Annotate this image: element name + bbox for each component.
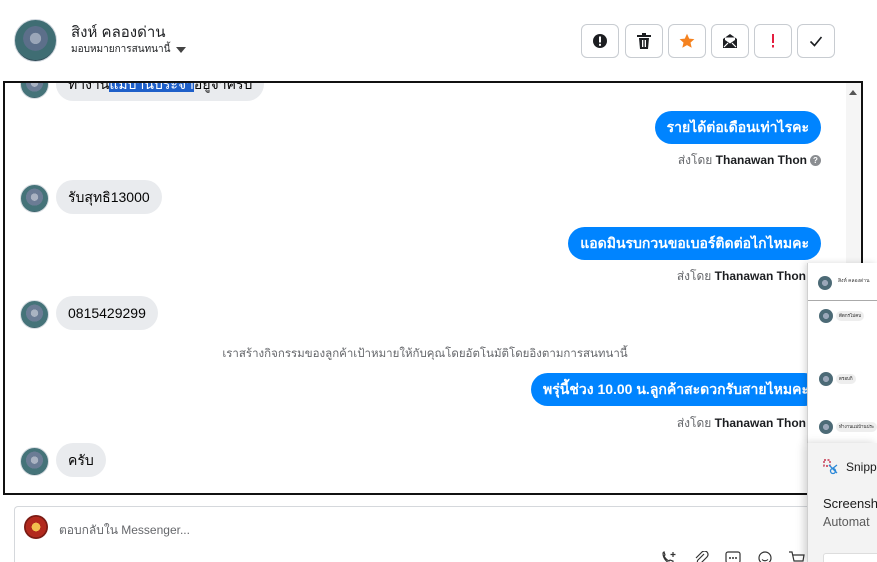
contact-avatar[interactable] — [14, 19, 57, 62]
system-note: เราสร้างกิจกรรมของลูกค้าเป้าหมายให้กับคุ… — [222, 348, 628, 360]
exclamation-icon — [772, 34, 774, 48]
assign-conversation-dropdown[interactable]: มอบหมายการสนทนานี้ — [71, 42, 187, 57]
sender-name: Thanawan Thon — [714, 269, 806, 283]
customer-avatar — [20, 300, 49, 329]
thumb-bubble: ทำงานแม่บ้านประ — [836, 422, 877, 432]
snipping-tool-notification[interactable]: Snipp Screensh Automat — [807, 443, 877, 562]
trash-icon — [637, 33, 651, 49]
mark-unread-button[interactable] — [711, 24, 749, 58]
thumb-bubble: ตรอบกิ — [836, 374, 856, 384]
add-contact-icon[interactable] — [660, 550, 678, 562]
conversation-header: สิงห์ คลองด่าน มอบหมายการสนทนานี้ — [0, 0, 862, 80]
sent-by-prefix: ส่งโดย — [676, 416, 712, 430]
thumb-avatar — [818, 276, 832, 290]
message-text: ทำงาน — [68, 81, 110, 92]
cart-icon[interactable] — [788, 551, 806, 562]
follow-up-button[interactable] — [754, 24, 792, 58]
customer-avatar — [20, 447, 49, 476]
sender-name: Thanawan Thon — [715, 153, 807, 167]
notification-body: Automat — [823, 515, 870, 529]
notification-action[interactable] — [823, 553, 877, 562]
sent-by-label: ส่งโดย Thanawan Thon — [677, 267, 806, 286]
snipping-tool-thumbnail[interactable]: สิงห์ คลองด่าน ดีตกรไม่คบ ตรอบกิ ทำงานแม… — [807, 263, 877, 443]
thumb-bubble: ดีตกรไม่คบ — [836, 311, 865, 321]
star-button[interactable] — [668, 24, 706, 58]
customer-avatar — [20, 184, 49, 213]
snipping-tool-title: Snipp — [846, 460, 877, 474]
thumb-avatar — [819, 420, 833, 434]
incoming-message[interactable]: 0815429299 — [56, 296, 158, 330]
mark-done-button[interactable] — [797, 24, 835, 58]
reply-input[interactable]: ตอบกลับใน Messenger... — [59, 521, 190, 540]
spam-button[interactable] — [581, 24, 619, 58]
incoming-message[interactable]: รับสุทธิ13000 — [56, 180, 162, 214]
outgoing-message[interactable]: รายได้ต่อเดือนเท่าไรคะ — [654, 111, 821, 144]
delete-button[interactable] — [625, 24, 663, 58]
thumb-title: สิงห์ คลองด่าน — [838, 278, 870, 284]
saved-replies-icon[interactable] — [724, 551, 742, 562]
customer-avatar — [20, 83, 49, 99]
outgoing-message[interactable]: พรุ่นี้ช่วง 10.00 น.ลูกค้าสะดวกรับสายไหม… — [531, 373, 821, 406]
emoji-icon[interactable] — [756, 551, 774, 562]
message-text: อยู่จ้าครับ — [193, 81, 253, 92]
star-icon — [679, 33, 695, 48]
help-icon[interactable]: ? — [810, 155, 821, 166]
thumb-avatar — [819, 309, 833, 323]
sent-by-prefix: ส่งโดย — [677, 153, 713, 167]
assign-label: มอบหมายการสนทนานี้ — [71, 44, 171, 55]
thumb-header: สิงห์ คลองด่าน — [808, 263, 877, 301]
outgoing-message[interactable]: แอดมินรบกวนขอเบอร์ติดต่อไกไหมคะ — [568, 227, 821, 260]
notification-heading: Screensh — [823, 496, 877, 511]
composer-toolbar — [660, 550, 806, 562]
reply-composer[interactable]: ตอบกลับใน Messenger... — [14, 506, 814, 562]
mark-unread-icon — [723, 34, 737, 48]
attachment-icon[interactable] — [692, 550, 710, 562]
highlighted-text: แม่บ้านประจำ — [109, 83, 194, 92]
page-avatar — [24, 515, 48, 539]
sent-by-label: ส่งโดย Thanawan Thon — [677, 414, 806, 433]
sender-name: Thanawan Thon — [714, 416, 806, 430]
incoming-message[interactable]: ทำงานแม่บ้านประจำอยู่จ้าครับ — [56, 81, 265, 101]
checkmark-icon — [809, 36, 823, 47]
sent-by-prefix: ส่งโดย — [676, 269, 712, 283]
message-thread[interactable]: ทำงานแม่บ้านประจำอยู่จ้าครับ รายได้ต่อเด… — [3, 81, 863, 495]
snipping-tool-icon — [823, 459, 838, 475]
sent-by-label: ส่งโดย Thanawan Thon? — [678, 151, 821, 170]
contact-name[interactable]: สิงห์ คลองด่าน — [71, 20, 166, 44]
alert-circle-icon — [593, 34, 607, 48]
caret-down-icon — [176, 46, 187, 53]
thumb-avatar — [819, 372, 833, 386]
scroll-up-arrow-icon[interactable] — [849, 90, 857, 95]
incoming-message[interactable]: ครับ — [56, 443, 106, 477]
